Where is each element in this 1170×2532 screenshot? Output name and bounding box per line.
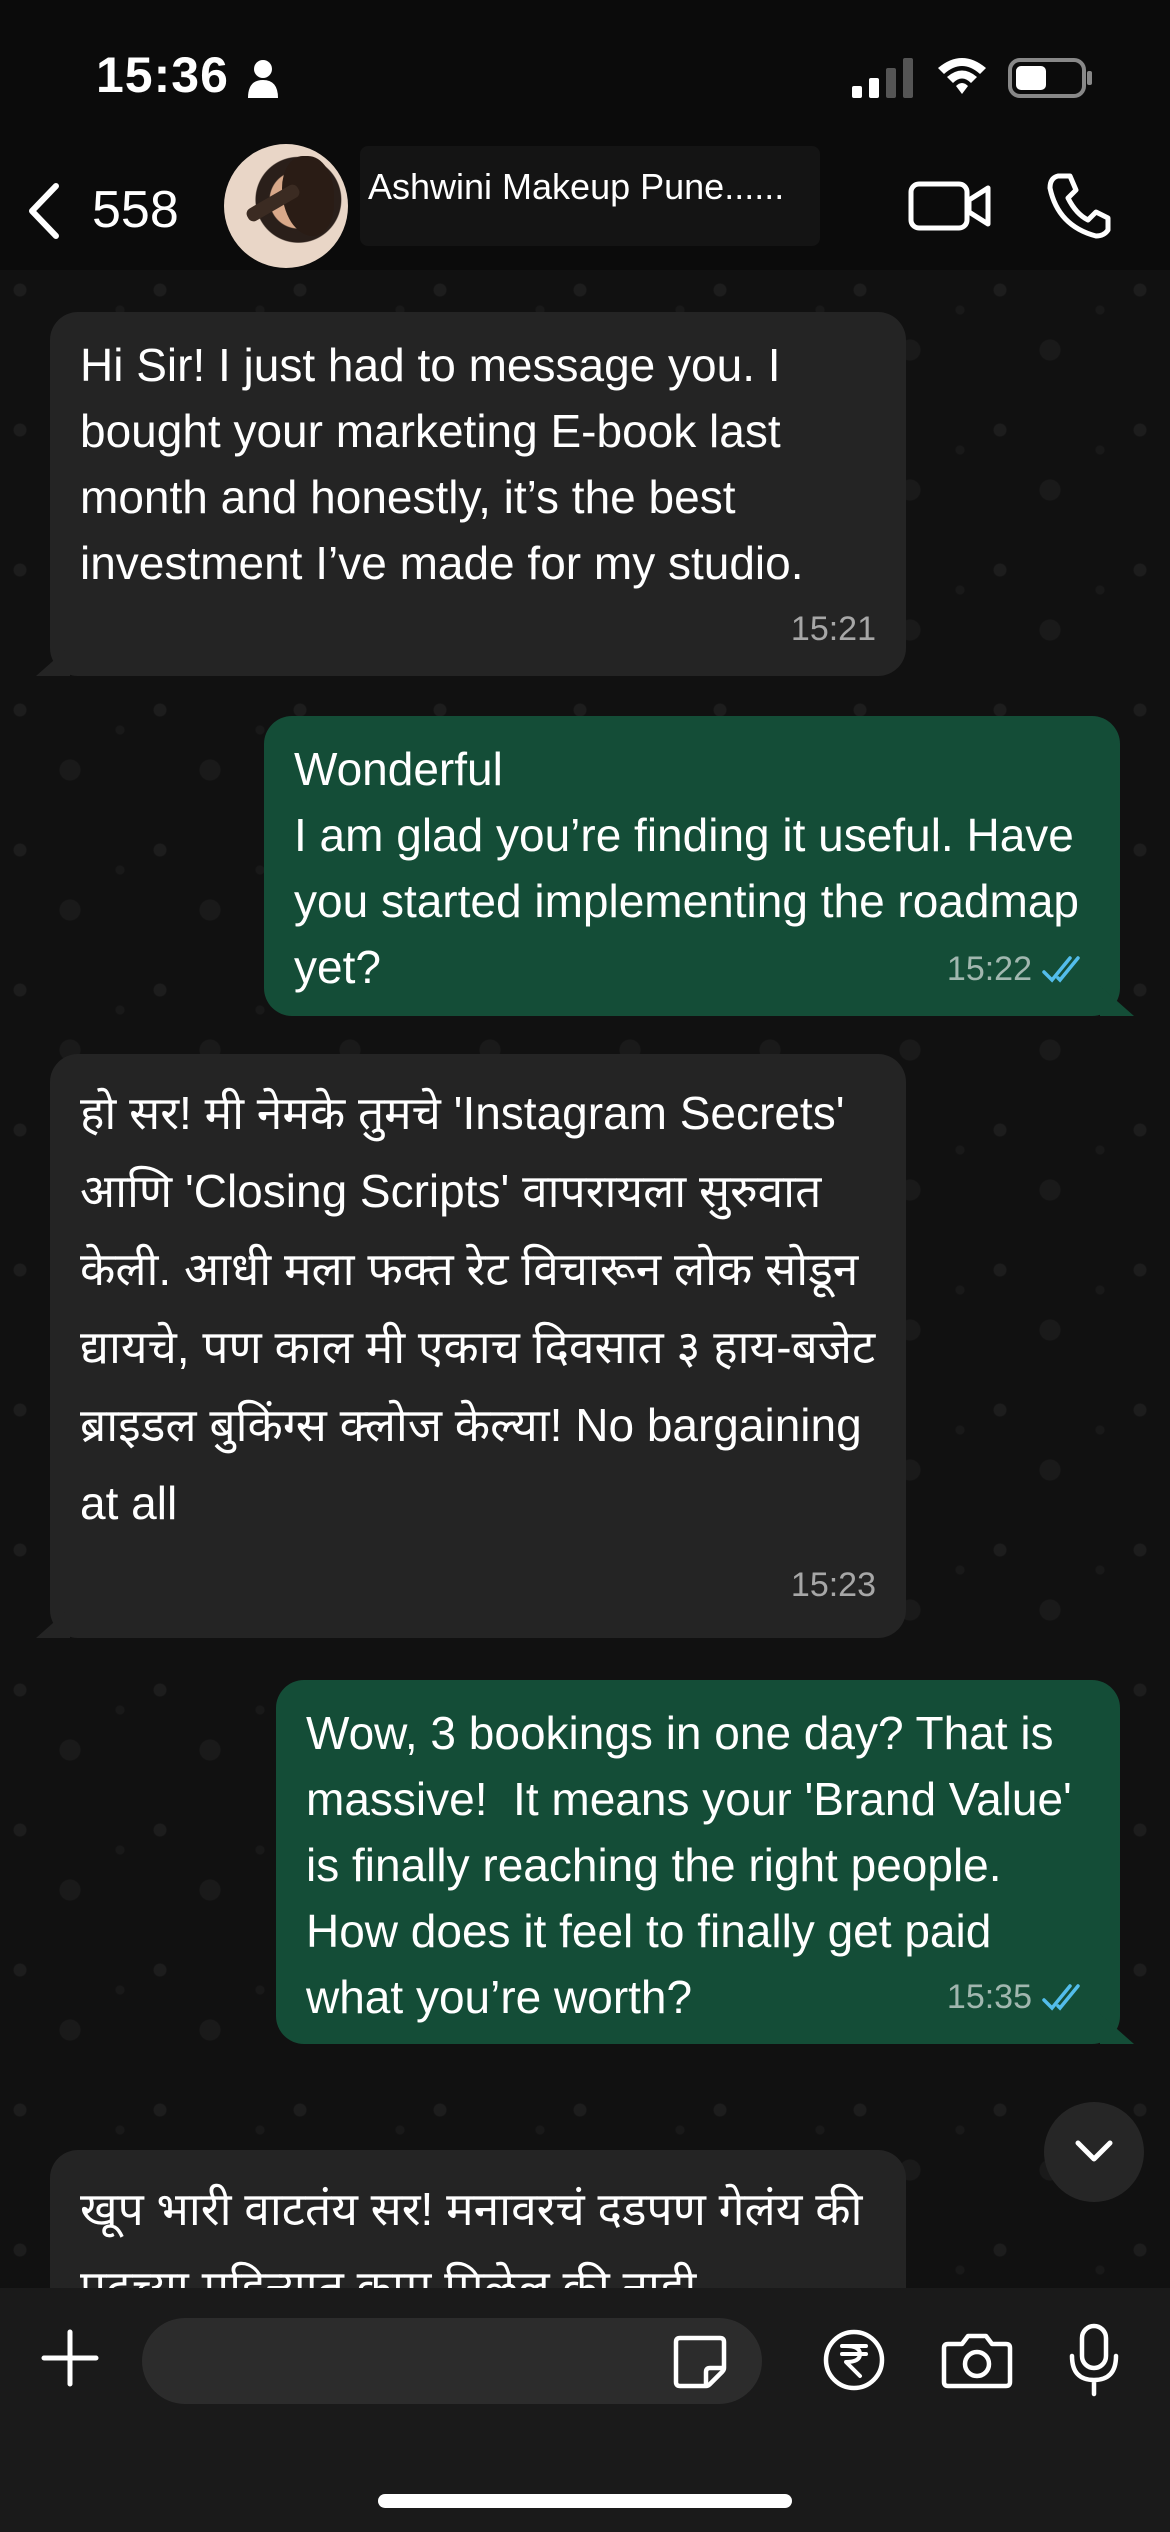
- wifi-icon: [938, 58, 986, 94]
- chevron-down-icon: [1075, 2140, 1113, 2162]
- back-chevron-icon[interactable]: [22, 180, 64, 242]
- battery-icon: [1008, 58, 1092, 98]
- message-outgoing[interactable]: Wonderful I am glad you’re finding it us…: [264, 716, 1134, 1016]
- contact-name[interactable]: Ashwini Makeup Pune......: [360, 146, 820, 246]
- message-time: 15:21: [790, 610, 876, 648]
- message-outgoing[interactable]: Wow, 3 bookings in one day? That is mass…: [276, 1680, 1134, 2044]
- message-time: 15:35: [946, 1978, 1032, 2016]
- read-ticks-icon: [1042, 1984, 1080, 2011]
- unread-count[interactable]: 558: [92, 180, 179, 240]
- voice-call-icon[interactable]: [1046, 170, 1112, 240]
- status-bar: 15:36: [0, 0, 1170, 150]
- message-text: Hi Sir! I just had to message you. I bou…: [80, 339, 804, 589]
- message-incoming[interactable]: खूप भारी वाटतंय सर! मनावरचं दडपण गेलंय क…: [50, 2150, 906, 2288]
- avatar[interactable]: [224, 144, 348, 268]
- read-ticks-icon: [1042, 956, 1080, 983]
- message-input[interactable]: [142, 2318, 762, 2404]
- scroll-to-bottom-button[interactable]: [1044, 2102, 1144, 2202]
- chat-header: 558 Ashwini Makeup Pune......: [0, 140, 1170, 270]
- microphone-icon[interactable]: [1068, 2322, 1120, 2400]
- message-time: 15:22: [946, 950, 1032, 988]
- signal-icon: [852, 58, 913, 98]
- person-icon: [248, 60, 278, 98]
- message-time: 15:23: [790, 1566, 876, 1604]
- chat-area[interactable]: Hi Sir! I just had to message you. I bou…: [0, 270, 1170, 2288]
- rupee-payment-icon[interactable]: [822, 2328, 886, 2392]
- plus-icon[interactable]: [40, 2328, 100, 2388]
- composer-bar: [0, 2288, 1170, 2532]
- message-incoming[interactable]: हो सर! मी नेमके तुमचे 'Instagram Secrets…: [36, 1054, 906, 1638]
- video-call-icon[interactable]: [908, 178, 992, 234]
- message-text: हो सर! मी नेमके तुमचे 'Instagram Secrets…: [80, 1087, 888, 1529]
- message-incoming[interactable]: Hi Sir! I just had to message you. I bou…: [36, 312, 906, 676]
- home-indicator[interactable]: [378, 2494, 792, 2508]
- message-text: खूप भारी वाटतंय सर! मनावरचं दडपण गेलंय क…: [80, 2183, 876, 2288]
- sticker-icon[interactable]: [670, 2332, 730, 2392]
- status-time: 15:36: [96, 47, 229, 103]
- camera-icon[interactable]: [940, 2328, 1014, 2392]
